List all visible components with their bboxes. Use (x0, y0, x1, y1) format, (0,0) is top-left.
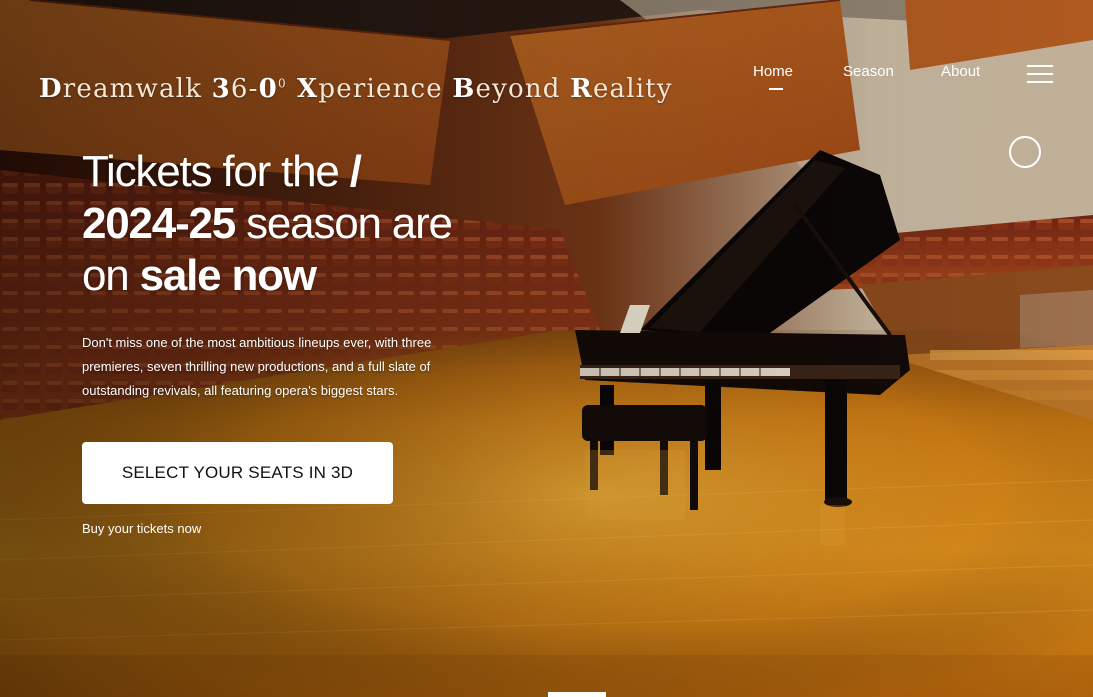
hamburger-line (1027, 65, 1053, 67)
hamburger-line (1027, 81, 1053, 83)
hero-heading-text: on (82, 251, 140, 300)
hero-heading-text: season are (235, 199, 453, 248)
hamburger-line (1027, 73, 1053, 75)
hero-heading: Tickets for the / 2024-25 season are on … (82, 146, 542, 302)
hero-heading-text: Tickets for the (82, 147, 340, 196)
hero-description: Don't miss one of the most ambitious lin… (82, 335, 432, 398)
hero-heading-line-3: on sale now (82, 250, 542, 302)
main-navigation: Home Season About (0, 63, 1093, 93)
bottom-indicator-tab (548, 692, 606, 697)
hero-heading-slash: / (349, 147, 362, 196)
nav-link-season[interactable]: Season (843, 63, 894, 80)
nav-active-indicator (769, 88, 783, 90)
hamburger-menu-icon[interactable] (1027, 64, 1053, 84)
hero-heading-emphasis: sale now (139, 251, 317, 300)
hero-heading-line-1: Tickets for the / (82, 146, 542, 198)
nav-link-home[interactable]: Home (753, 63, 793, 80)
nav-link-about[interactable]: About (941, 63, 980, 80)
custom-cursor-ring (1009, 136, 1041, 168)
hero-heading-line-2: 2024-25 season are (82, 198, 542, 250)
buy-tickets-link[interactable]: Buy your tickets now (82, 521, 201, 536)
hero-heading-season-year: 2024-25 (82, 199, 236, 248)
select-seats-3d-button[interactable]: SELECT YOUR SEATS IN 3D (82, 442, 393, 504)
hero-page: Dreamwalk 36-00 Xperience Beyond Reality… (0, 0, 1093, 697)
